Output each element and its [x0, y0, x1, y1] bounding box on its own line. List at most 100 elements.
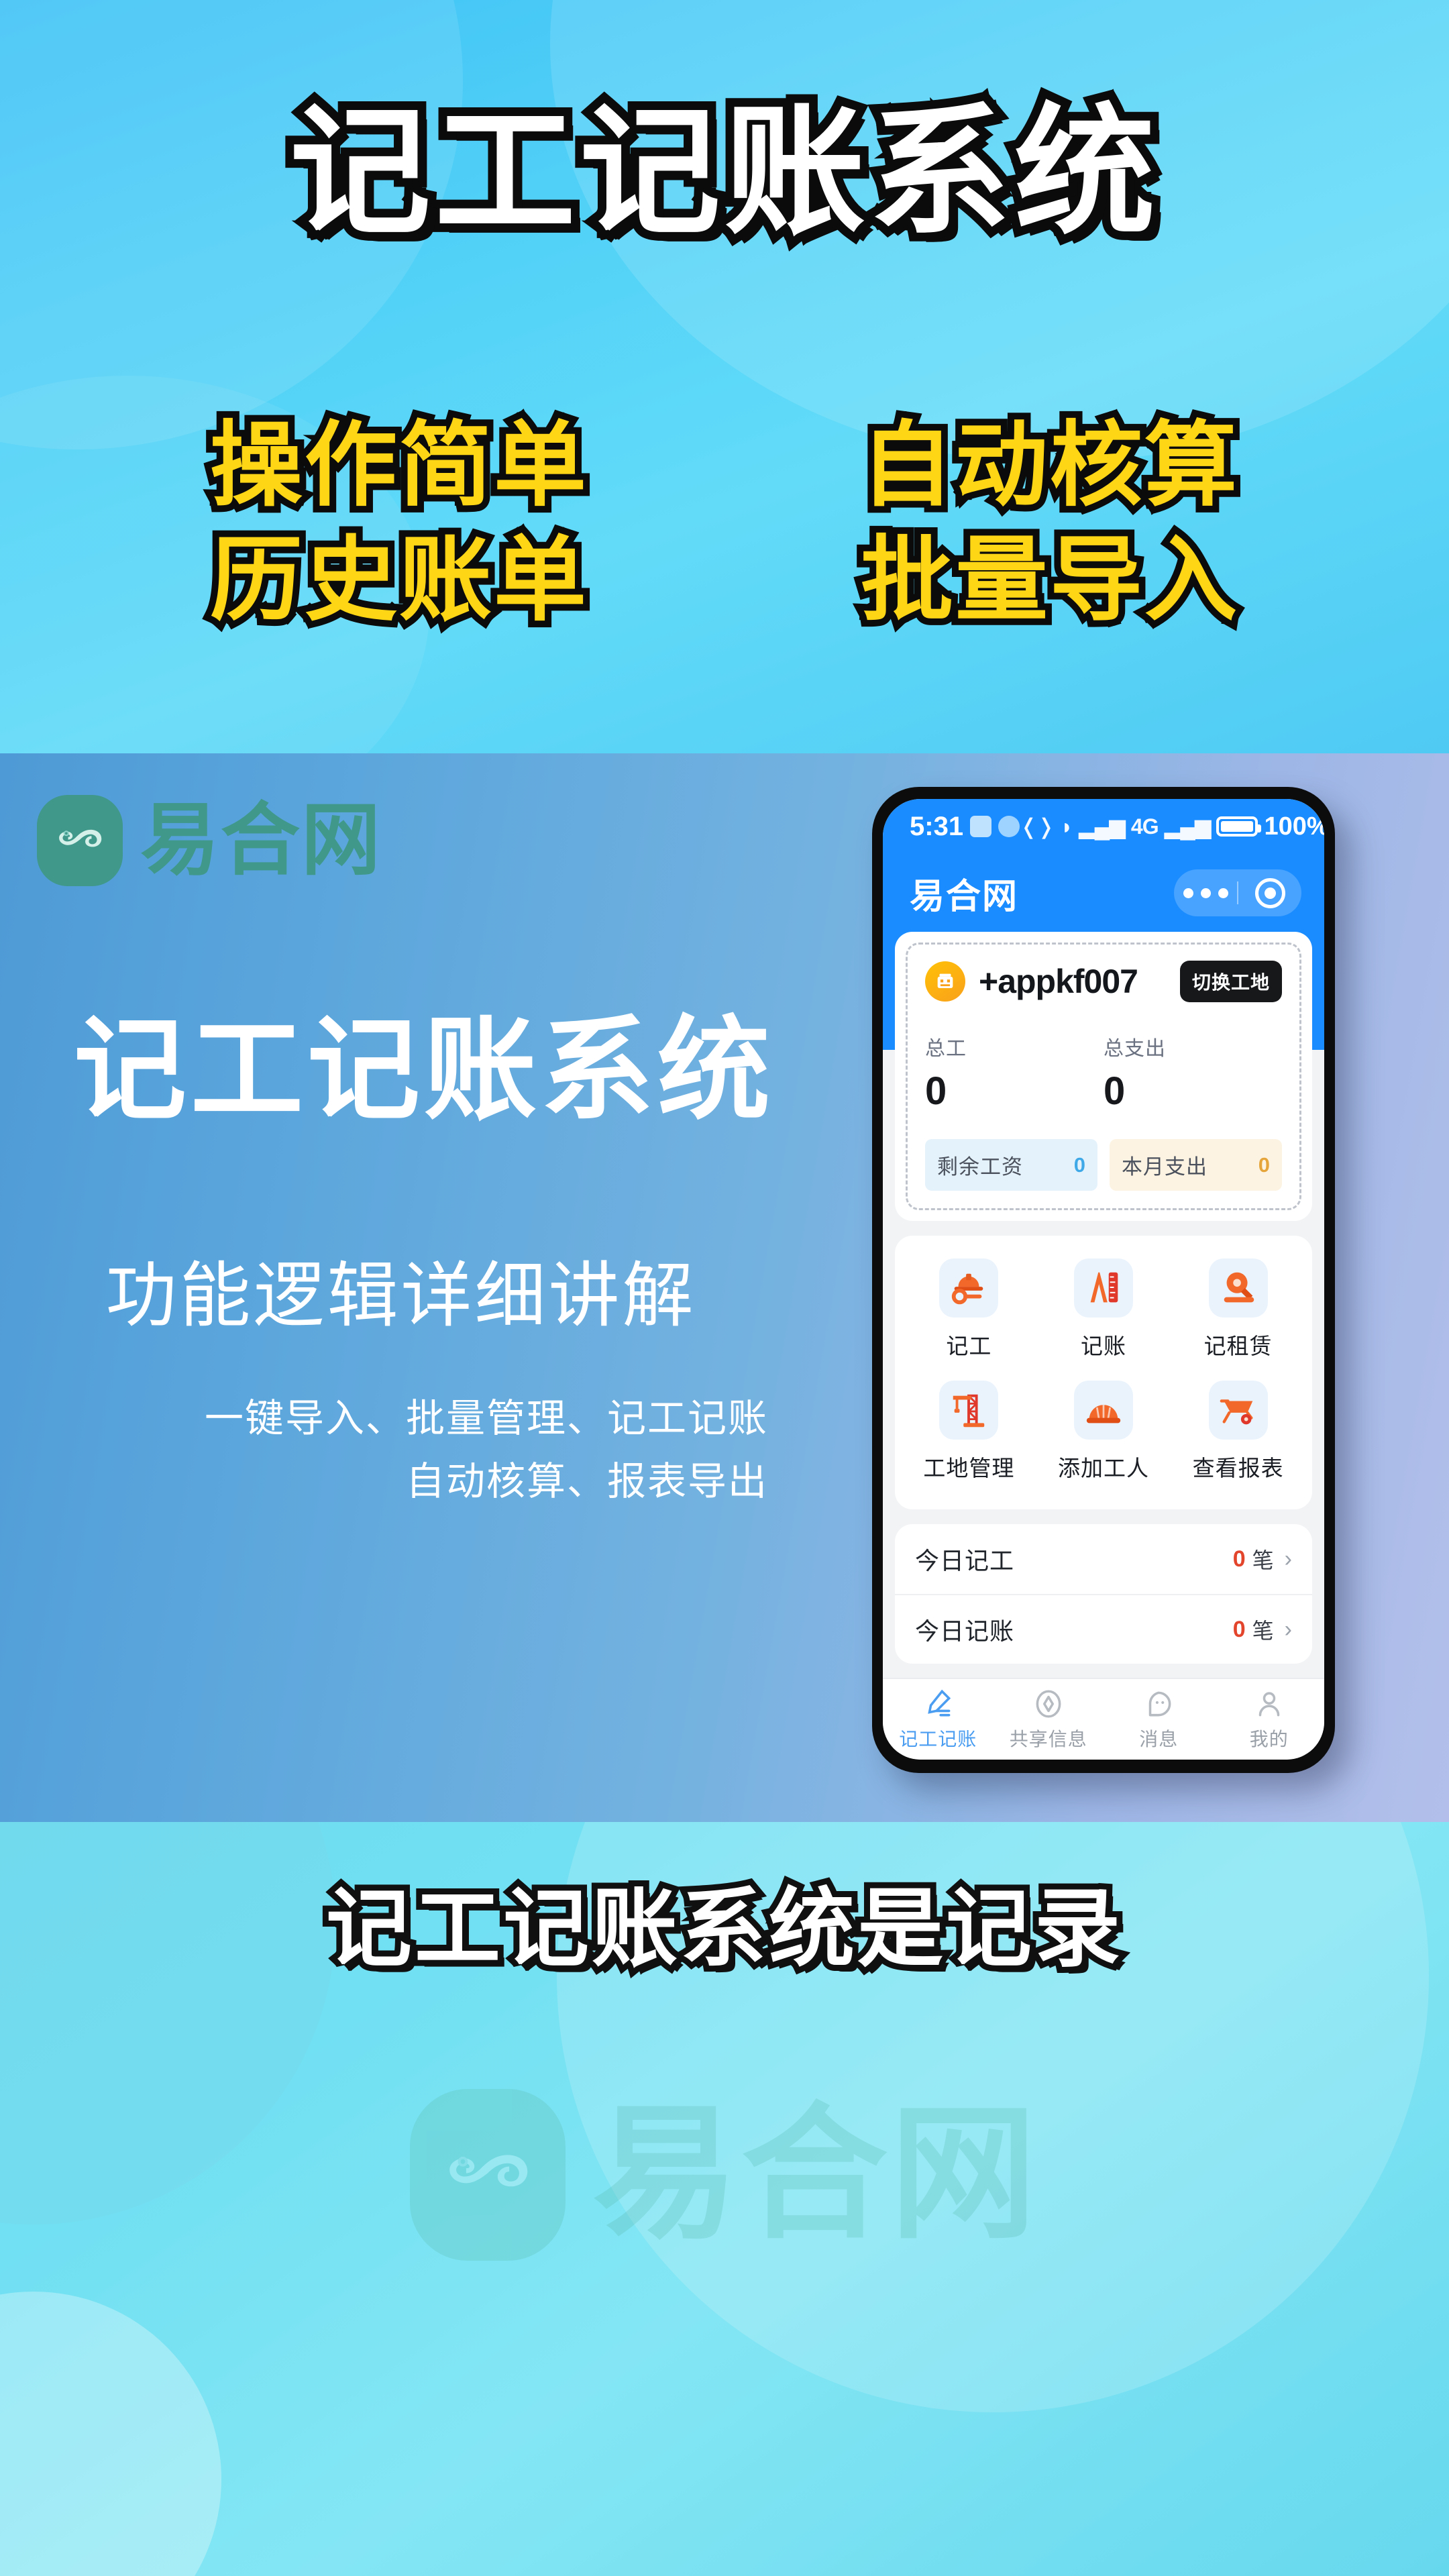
stat-value: 0 — [1104, 1069, 1126, 1113]
stat-value: 0 — [925, 1069, 947, 1113]
today-list-card: 今日记工 0 笔 › 今日记账 0 笔 › — [895, 1524, 1312, 1664]
tab-label: 记工记账 — [899, 1729, 977, 1750]
tab-record[interactable]: 记工记账 — [883, 1679, 994, 1760]
menu-item-label: 工地管理 — [923, 1456, 1015, 1481]
watermark-text: 易合网 — [592, 2093, 1039, 2256]
phone-mockup: 5:31 ❬❭ ◗ ▂▄▆ 4G ▂▄▆ 100% 易合网 +appkf007 … — [872, 787, 1335, 1773]
menu-item-label: 查看报表 — [1192, 1456, 1284, 1481]
menu-item-label: 添加工人 — [1057, 1456, 1149, 1481]
site-dashed-box: +appkf007 切换工地 总工 0 总支出 0 剩余工资 0 本月支出 0 — [906, 943, 1301, 1210]
wifi-icon: ◗ — [1060, 814, 1073, 839]
showcase-subheading: 功能逻辑详细讲解 — [105, 1256, 696, 1336]
helmet-wrench-icon — [939, 1258, 999, 1318]
tab-label: 共享信息 — [1009, 1729, 1087, 1750]
tab-profile[interactable]: 我的 — [1214, 1679, 1325, 1760]
list-item[interactable]: 今日记账 0 笔 › — [895, 1594, 1312, 1664]
chameleon-logo-icon — [37, 795, 123, 886]
chameleon-logo-icon — [410, 2089, 566, 2261]
stat-total-work: 总工 0 — [925, 1032, 1104, 1111]
more-menu-icon[interactable] — [1174, 888, 1237, 898]
menu-item-bookkeeping[interactable]: 记账 — [1036, 1258, 1171, 1360]
compass-ruler-icon — [1073, 1258, 1133, 1318]
status-bar: 5:31 ❬❭ ◗ ▂▄▆ 4G ▂▄▆ 100% — [883, 799, 1324, 854]
showcase-bullets: 一键导入、批量管理、记工记账 自动核算、报表导出 — [0, 1387, 802, 1513]
menu-item-record-work[interactable]: 记工 — [902, 1258, 1036, 1360]
site-header-row: +appkf007 切换工地 — [925, 961, 1282, 1002]
row-label: 今日记工 — [915, 1547, 1015, 1574]
watermark-logo: 易合网 — [0, 2089, 1449, 2261]
menu-grid: 记工 记账 记租赁 工地管理 添加工人 查看报表 — [902, 1258, 1305, 1483]
mini-value: 0 — [1258, 1152, 1270, 1177]
tab-label: 消息 — [1139, 1729, 1179, 1750]
row-label: 今日记账 — [915, 1617, 1015, 1645]
feature-item: 自动核算 — [854, 409, 1244, 522]
site-building-icon — [925, 961, 965, 1002]
mini-month-expense[interactable]: 本月支出 0 — [1110, 1139, 1282, 1191]
chevron-right-icon: › — [1284, 1616, 1292, 1642]
close-target-icon[interactable] — [1238, 877, 1301, 908]
pencil-note-icon — [928, 1689, 951, 1717]
signal-icon-2: ▂▄▆ — [1164, 814, 1212, 839]
bullet-line: 一键导入、批量管理、记工记账 — [204, 1397, 768, 1440]
showcase-section: 易合网 记工记账系统 功能逻辑详细讲解 一键导入、批量管理、记工记账 自动核算、… — [0, 753, 1449, 1822]
menu-item-add-worker[interactable]: 添加工人 — [1036, 1381, 1171, 1483]
phone-screen: 5:31 ❬❭ ◗ ▂▄▆ 4G ▂▄▆ 100% 易合网 +appkf007 … — [883, 799, 1324, 1760]
stat-label: 总支出 — [1104, 1038, 1166, 1060]
feature-grid: 操作简单 自动核算 历史账单 批量导入 — [0, 409, 1449, 637]
site-name: +appkf007 — [979, 963, 1138, 1000]
hardhat-icon — [1073, 1381, 1133, 1440]
status-right: ❬❭ ◗ ▂▄▆ 4G ▂▄▆ 100% — [1020, 812, 1324, 841]
poster-page: 记工记账系统 操作简单 自动核算 历史账单 批量导入 易合网 记工记账系统 功能… — [0, 0, 1449, 2576]
banner-title: 记工记账系统 — [281, 93, 1164, 252]
battery-percent: 100% — [1264, 812, 1324, 841]
site-summary-card: +appkf007 切换工地 总工 0 总支出 0 剩余工资 0 本月支出 0 — [895, 932, 1312, 1221]
feature-item: 操作简单 — [203, 409, 593, 522]
list-item[interactable]: 今日记工 0 笔 › — [895, 1524, 1312, 1594]
shield-icon — [970, 816, 992, 837]
brand-logo: 易合网 — [37, 795, 382, 886]
menu-grid-card: 记工 记账 记租赁 工地管理 添加工人 查看报表 — [895, 1236, 1312, 1509]
menu-item-view-report[interactable]: 查看报表 — [1171, 1381, 1305, 1483]
tab-shared-info[interactable]: 共享信息 — [994, 1679, 1104, 1760]
globe-icon — [998, 816, 1020, 837]
mini-label: 本月支出 — [1122, 1155, 1208, 1179]
feature-item: 历史账单 — [203, 523, 593, 637]
mini-remaining-salary[interactable]: 剩余工资 0 — [925, 1139, 1097, 1191]
mini-value: 0 — [1073, 1152, 1085, 1177]
person-icon — [1258, 1692, 1280, 1717]
menu-item-label: 记工 — [946, 1334, 992, 1358]
menu-item-rental[interactable]: 记租赁 — [1171, 1258, 1305, 1360]
phone-content: +appkf007 切换工地 总工 0 总支出 0 剩余工资 0 本月支出 0 … — [883, 932, 1324, 1678]
chevron-right-icon: › — [1284, 1546, 1292, 1572]
site-mini-stats: 剩余工资 0 本月支出 0 — [925, 1139, 1282, 1191]
feature-item: 批量导入 — [854, 523, 1244, 637]
app-title: 易合网 — [910, 877, 1019, 916]
wheelbarrow-icon — [1208, 1381, 1268, 1440]
app-bar: 易合网 — [883, 854, 1324, 932]
tab-label: 我的 — [1249, 1729, 1289, 1750]
saw-icon — [1208, 1258, 1268, 1318]
mini-label: 剩余工资 — [937, 1155, 1023, 1179]
stat-label: 总工 — [925, 1038, 967, 1060]
network-type-label: 4G — [1130, 814, 1159, 839]
chat-icon — [1148, 1691, 1171, 1717]
row-unit: 笔 — [1252, 1619, 1274, 1643]
status-left: 5:31 — [910, 812, 1020, 842]
vibrate-icon: ❬❭ — [1020, 814, 1055, 839]
row-unit: 笔 — [1252, 1548, 1274, 1572]
top-banner: 记工记账系统 操作简单 自动核算 历史账单 批量导入 — [0, 0, 1449, 753]
menu-item-label: 记账 — [1080, 1334, 1126, 1358]
tab-messages[interactable]: 消息 — [1104, 1679, 1214, 1760]
row-count: 0 — [1232, 1616, 1246, 1642]
bottom-tab-bar: 记工记账 共享信息 消息 我的 — [883, 1678, 1324, 1760]
crane-icon — [939, 1381, 999, 1440]
switch-site-button[interactable]: 切换工地 — [1179, 961, 1282, 1002]
signal-icon: ▂▄▆ — [1079, 814, 1126, 839]
site-stats: 总工 0 总支出 0 — [925, 1032, 1282, 1111]
battery-icon — [1216, 816, 1262, 837]
bottom-section: 记工记账系统是记录 易合网 — [0, 1822, 1449, 2576]
menu-item-site-management[interactable]: 工地管理 — [902, 1381, 1036, 1483]
showcase-heading: 记工记账系统 — [74, 1007, 774, 1133]
miniprogram-capsule[interactable] — [1174, 869, 1301, 916]
stat-total-expense: 总支出 0 — [1104, 1032, 1282, 1111]
